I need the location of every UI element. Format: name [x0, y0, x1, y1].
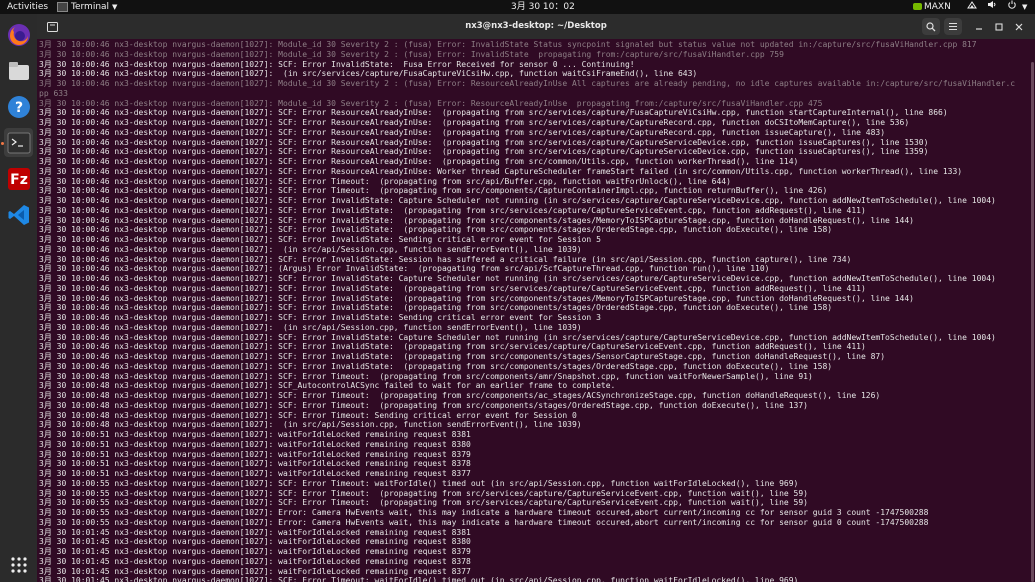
- log-line: 3月 30 10:00:48 nx3-desktop nvargus-daemo…: [39, 391, 881, 400]
- active-indicator: [1, 142, 4, 145]
- files-icon[interactable]: [4, 56, 33, 85]
- search-icon: [926, 21, 936, 31]
- log-line: 3月 30 10:01:45 nx3-desktop nvargus-daemo…: [39, 547, 471, 556]
- log-line: 3月 30 10:00:46 nx3-desktop nvargus-daemo…: [39, 118, 910, 127]
- log-line: 3月 30 10:01:45 nx3-desktop nvargus-daemo…: [39, 576, 799, 582]
- system-menu-chevron-icon[interactable]: ▼: [1022, 0, 1027, 14]
- maximize-icon: [995, 22, 1003, 31]
- log-line: 3月 30 10:01:45 nx3-desktop nvargus-daemo…: [39, 556, 471, 566]
- new-tab-button[interactable]: [43, 18, 61, 35]
- log-line: 3月 30 10:00:46 nx3-desktop nvargus-daemo…: [39, 225, 833, 235]
- svg-text:Fz: Fz: [10, 172, 28, 188]
- log-line: 3月 30 10:00:51 nx3-desktop nvargus-daemo…: [39, 459, 471, 469]
- log-line: 3月 30 10:00:46 nx3-desktop nvargus-daemo…: [39, 127, 886, 137]
- scrollbar-thumb[interactable]: [1031, 62, 1034, 582]
- log-line: 3月 30 10:00:46 nx3-desktop nvargus-daemo…: [39, 196, 996, 205]
- log-line: 3月 30 10:00:46 nx3-desktop nvargus-daemo…: [39, 264, 770, 274]
- minimize-icon: [976, 27, 982, 30]
- app-menu[interactable]: Terminal ▼: [57, 0, 117, 14]
- minimize-button[interactable]: [970, 18, 988, 35]
- power-mode-label: MAXN: [924, 2, 951, 12]
- nvidia-icon: [913, 3, 922, 10]
- top-bar: Activities Terminal ▼ 3月 30 10：02 MAXN ▼: [0, 0, 1035, 14]
- hamburger-icon: [949, 22, 957, 31]
- window-title: nx3@nx3-desktop: ~/Desktop: [465, 21, 607, 31]
- log-line: 3月 30 10:00:46 nx3-desktop nvargus-daemo…: [39, 293, 914, 303]
- activities-button[interactable]: Activities: [7, 0, 48, 14]
- log-line: 3月 30 10:00:48 nx3-desktop nvargus-daemo…: [39, 371, 813, 381]
- log-line: 3月 30 10:01:45 nx3-desktop nvargus-daemo…: [39, 566, 471, 576]
- log-line: 3月 30 10:01:45 nx3-desktop nvargus-daemo…: [39, 537, 471, 547]
- log-line: pp 633: [39, 88, 68, 98]
- log-line: 3月 30 10:00:48 nx3-desktop nvargus-daemo…: [39, 420, 582, 430]
- log-line: 3月 30 10:00:46 nx3-desktop nvargus-daemo…: [39, 166, 963, 176]
- log-line: 3月 30 10:00:46 nx3-desktop nvargus-daemo…: [39, 235, 601, 244]
- nvidia-power-mode[interactable]: MAXN: [913, 0, 951, 14]
- log-line: 3月 30 10:00:51 nx3-desktop nvargus-daemo…: [39, 439, 471, 449]
- log-line: 3月 30 10:00:46 nx3-desktop nvargus-daemo…: [39, 40, 977, 49]
- log-line: 3月 30 10:00:46 nx3-desktop nvargus-daemo…: [39, 244, 582, 254]
- app-menu-label: Terminal: [71, 2, 110, 12]
- app-grid-icon[interactable]: [4, 550, 33, 579]
- log-line: 3月 30 10:00:46 nx3-desktop nvargus-daemo…: [39, 147, 929, 157]
- power-icon[interactable]: [1007, 0, 1017, 14]
- filezilla-icon[interactable]: Fz: [4, 164, 33, 193]
- log-line: 3月 30 10:00:46 nx3-desktop nvargus-daemo…: [39, 342, 866, 352]
- log-line: 3月 30 10:00:46 nx3-desktop nvargus-daemo…: [39, 98, 823, 108]
- log-line: 3月 30 10:00:46 nx3-desktop nvargus-daemo…: [39, 79, 1016, 88]
- log-line: 3月 30 10:00:51 nx3-desktop nvargus-daemo…: [39, 430, 471, 439]
- log-line: 3月 30 10:01:45 nx3-desktop nvargus-daemo…: [39, 527, 471, 537]
- clock[interactable]: 3月 30 10：02: [511, 0, 575, 14]
- menu-button[interactable]: [944, 18, 962, 35]
- log-line: 3月 30 10:00:55 nx3-desktop nvargus-daemo…: [39, 508, 929, 517]
- log-line: 3月 30 10:00:46 nx3-desktop nvargus-daemo…: [39, 186, 828, 196]
- log-line: 3月 30 10:00:46 nx3-desktop nvargus-daemo…: [39, 69, 698, 79]
- log-line: 3月 30 10:00:46 nx3-desktop nvargus-daemo…: [39, 361, 833, 371]
- log-line: 3月 30 10:00:46 nx3-desktop nvargus-daemo…: [39, 313, 601, 322]
- log-line: 3月 30 10:00:55 nx3-desktop nvargus-daemo…: [39, 498, 808, 508]
- log-line: 3月 30 10:00:46 nx3-desktop nvargus-daemo…: [39, 303, 833, 313]
- terminal-app-icon: [57, 1, 68, 12]
- log-line: 3月 30 10:00:55 nx3-desktop nvargus-daemo…: [39, 488, 808, 498]
- log-line: 3月 30 10:00:46 nx3-desktop nvargus-daemo…: [39, 274, 996, 283]
- log-line: 3月 30 10:00:46 nx3-desktop nvargus-daemo…: [39, 49, 784, 59]
- log-line: 3月 30 10:00:48 nx3-desktop nvargus-daemo…: [39, 410, 577, 420]
- maximize-button[interactable]: [990, 18, 1008, 35]
- close-icon: [1015, 23, 1023, 30]
- log-line: 3月 30 10:00:55 nx3-desktop nvargus-daemo…: [39, 517, 929, 527]
- log-line: 3月 30 10:00:55 nx3-desktop nvargus-daemo…: [39, 478, 799, 488]
- log-line: 3月 30 10:00:46 nx3-desktop nvargus-daemo…: [39, 137, 929, 147]
- terminal-window: nx3@nx3-desktop: ~/Desktop 3月 30 10:00:4…: [37, 14, 1035, 582]
- log-line: 3月 30 10:00:46 nx3-desktop nvargus-daemo…: [39, 352, 886, 361]
- help-icon[interactable]: ?: [4, 92, 33, 121]
- vscode-icon[interactable]: [4, 200, 33, 229]
- log-line: 3月 30 10:00:46 nx3-desktop nvargus-daemo…: [39, 176, 731, 186]
- title-bar[interactable]: nx3@nx3-desktop: ~/Desktop: [37, 14, 1035, 39]
- log-line: 3月 30 10:00:46 nx3-desktop nvargus-daemo…: [39, 254, 852, 264]
- log-line: 3月 30 10:00:48 nx3-desktop nvargus-daemo…: [39, 381, 616, 391]
- search-button[interactable]: [922, 18, 940, 35]
- log-line: 3月 30 10:00:46 nx3-desktop nvargus-daemo…: [39, 157, 799, 166]
- volume-icon[interactable]: [987, 0, 997, 14]
- terminal-output[interactable]: 3月 30 10:00:46 nx3-desktop nvargus-daemo…: [39, 40, 1029, 582]
- log-line: 3月 30 10:00:46 nx3-desktop nvargus-daemo…: [39, 332, 996, 342]
- log-line: 3月 30 10:00:46 nx3-desktop nvargus-daemo…: [39, 283, 866, 293]
- network-icon[interactable]: [967, 0, 977, 14]
- terminal-icon[interactable]: [4, 128, 33, 157]
- close-button[interactable]: [1010, 18, 1028, 35]
- scrollbar[interactable]: [1030, 40, 1035, 582]
- log-line: 3月 30 10:00:46 nx3-desktop nvargus-daemo…: [39, 59, 635, 69]
- svg-text:?: ?: [14, 100, 22, 116]
- log-line: 3月 30 10:00:46 nx3-desktop nvargus-daemo…: [39, 108, 948, 118]
- log-line: 3月 30 10:00:51 nx3-desktop nvargus-daemo…: [39, 469, 471, 478]
- log-line: 3月 30 10:00:46 nx3-desktop nvargus-daemo…: [39, 215, 914, 225]
- chevron-down-icon: ▼: [112, 3, 118, 11]
- log-line: 3月 30 10:00:48 nx3-desktop nvargus-daemo…: [39, 400, 808, 410]
- log-line: 3月 30 10:00:51 nx3-desktop nvargus-daemo…: [39, 449, 471, 459]
- log-line: 3月 30 10:00:46 nx3-desktop nvargus-daemo…: [39, 205, 866, 215]
- log-line: 3月 30 10:00:46 nx3-desktop nvargus-daemo…: [39, 322, 582, 332]
- firefox-icon[interactable]: [4, 20, 33, 49]
- dock: ? Fz: [0, 14, 37, 582]
